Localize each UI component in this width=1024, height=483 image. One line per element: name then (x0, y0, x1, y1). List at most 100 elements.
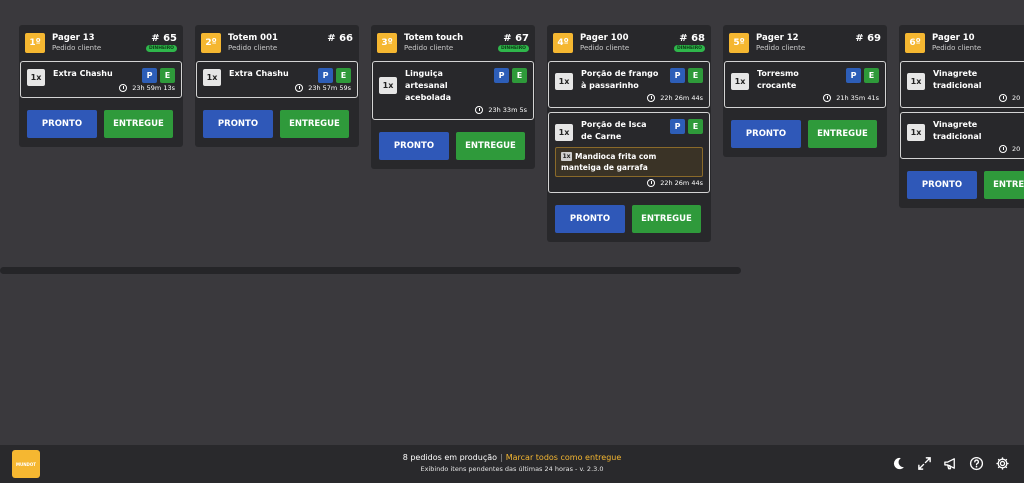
entregue-button[interactable]: ENTREGUE (104, 110, 173, 138)
pronto-button[interactable]: PRONTO (555, 205, 625, 233)
item-quantity: 1x (203, 69, 221, 86)
item-elapsed-time: 22h 26m 44s (660, 94, 703, 102)
fullscreen-icon[interactable] (917, 456, 932, 471)
order-item[interactable]: 1x Extra Chashu P E 23h 59m 13s (20, 61, 182, 98)
entregue-button[interactable]: ENTREGUE (456, 132, 525, 160)
item-tag-p-button[interactable]: P (318, 68, 333, 83)
orders-in-production: 8 pedidos em produção (402, 453, 498, 462)
moon-icon[interactable] (891, 456, 906, 471)
item-elapsed-time: 20 (1012, 94, 1021, 102)
help-icon[interactable] (969, 456, 984, 471)
order-position-badge: 4º (553, 33, 573, 53)
order-type: Pedido cliente (52, 44, 102, 52)
pronto-button[interactable]: PRONTO (731, 120, 801, 148)
order-item[interactable]: 1x Torresmo crocante P E 21h 35m 41s (724, 61, 886, 108)
pronto-button[interactable]: PRONTO (203, 110, 273, 138)
order-name: Totem touch (404, 33, 464, 43)
item-name: Linguiça artesanal acebolada (405, 69, 452, 102)
order-header: 3º Totem touch Pedido cliente # 67 DINHE… (371, 25, 535, 61)
order-header: 2º Totem 001 Pedido cliente # 66 (195, 25, 359, 61)
order-item[interactable]: 1x Linguiça artesanal acebolada P E 23h … (372, 61, 534, 120)
order-type: Pedido cliente (756, 44, 806, 52)
clock-icon (823, 94, 832, 102)
order-number: # 68 (679, 33, 705, 44)
addon-name: Mandioca frita com manteiga de garrafa (561, 152, 657, 172)
item-tag-e-button[interactable]: E (864, 68, 879, 83)
item-addon: 1x Mandioca frita com manteiga de garrafa (555, 147, 703, 177)
entregue-button[interactable]: ENTREGUE (632, 205, 701, 233)
item-tag-e-button[interactable]: E (688, 119, 703, 134)
order-type: Pedido cliente (404, 44, 454, 52)
item-name: Vinagrete tradicional (933, 69, 982, 90)
clock-icon (999, 94, 1007, 102)
item-tag-p-button[interactable]: P (494, 68, 509, 83)
item-name: Torresmo crocante (757, 69, 799, 90)
order-item[interactable]: 1x Porção de Isca de Carne P E 1x Mandioc… (548, 112, 710, 193)
order-number: # 65 (151, 33, 177, 44)
footer-bar: MUNDOT 8 pedidos em produção | Marcar todo… (0, 445, 1024, 483)
order-card: 3º Totem touch Pedido cliente # 67 DINHE… (371, 25, 535, 169)
item-tag-e-button[interactable]: E (160, 68, 175, 83)
clock-icon (295, 84, 304, 92)
item-elapsed-time: 23h 57m 59s (308, 84, 351, 92)
order-item[interactable]: 1x Extra Chashu P E 23h 57m 59s (196, 61, 358, 98)
order-header: 5º Pager 12 Pedido cliente # 69 (723, 25, 887, 61)
order-position-badge: 2º (201, 33, 221, 53)
order-position-badge: 5º (729, 33, 749, 53)
order-number: # 66 (327, 33, 353, 44)
mark-all-delivered-link[interactable]: Marcar todos como entregue (506, 453, 622, 462)
item-tag-e-button[interactable]: E (512, 68, 527, 83)
item-quantity: 1x (731, 73, 749, 90)
megaphone-icon[interactable] (943, 456, 958, 471)
order-name: Pager 12 (756, 33, 799, 43)
item-tag-e-button[interactable]: E (336, 68, 351, 83)
order-name: Pager 100 (580, 33, 629, 43)
pronto-button[interactable]: PRONTO (27, 110, 97, 138)
gear-icon[interactable] (995, 456, 1010, 471)
item-tag-p-button[interactable]: P (142, 68, 157, 83)
item-tag-p-button[interactable]: P (670, 119, 685, 134)
order-card: 1º Pager 13 Pedido cliente # 65 DINHEIRO… (19, 25, 183, 147)
item-timer: 20 (907, 94, 1024, 102)
item-name: Extra Chashu (229, 69, 289, 78)
pronto-button[interactable]: PRONTO (907, 171, 977, 199)
order-type: Pedido cliente (580, 44, 630, 52)
item-quantity: 1x (555, 124, 573, 141)
pronto-button[interactable]: PRONTO (379, 132, 449, 160)
item-name: Extra Chashu (53, 69, 113, 78)
clock-icon (647, 94, 656, 102)
payment-badge: DINHEIRO (146, 45, 177, 52)
order-item[interactable]: 1x Vinagrete tradicional P 20 (900, 61, 1024, 108)
item-tag-p-button[interactable]: P (846, 68, 861, 83)
separator: | (500, 453, 503, 462)
item-tag-e-button[interactable]: E (688, 68, 703, 83)
order-header: 6º Pager 10 Pedido cliente (899, 25, 1024, 61)
clock-icon (647, 179, 656, 187)
horizontal-scrollbar[interactable] (0, 267, 741, 274)
order-item[interactable]: 1x Porção de frango à passarinho P E 22h… (548, 61, 710, 108)
item-elapsed-time: 23h 33m 5s (488, 106, 527, 114)
order-position-badge: 3º (377, 33, 397, 53)
item-timer: 22h 26m 44s (555, 179, 703, 187)
clock-icon (119, 84, 128, 92)
order-item[interactable]: 1x Vinagrete tradicional P 20 (900, 112, 1024, 159)
item-quantity: 1x (907, 73, 925, 90)
item-name: Vinagrete tradicional (933, 120, 982, 141)
entregue-button[interactable]: ENTREGUE (984, 171, 1024, 199)
clock-icon (999, 145, 1007, 153)
order-name: Totem 001 (228, 33, 278, 43)
item-elapsed-time: 20 (1012, 145, 1021, 153)
item-elapsed-time: 23h 59m 13s (132, 84, 175, 92)
item-quantity: 1x (907, 124, 925, 141)
order-position-badge: 1º (25, 33, 45, 53)
order-number: # 67 (503, 33, 529, 44)
order-number: # 69 (855, 33, 881, 44)
production-status: 8 pedidos em produção | Marcar todos como … (0, 453, 1024, 462)
orders-board: 1º Pager 13 Pedido cliente # 65 DINHEIRO… (0, 0, 1024, 445)
item-tag-p-button[interactable]: P (670, 68, 685, 83)
entregue-button[interactable]: ENTREGUE (808, 120, 877, 148)
item-timer: 21h 35m 41s (731, 94, 879, 102)
entregue-button[interactable]: ENTREGUE (280, 110, 349, 138)
item-name: Porção de frango à passarinho (581, 69, 659, 90)
order-type: Pedido cliente (932, 44, 982, 52)
